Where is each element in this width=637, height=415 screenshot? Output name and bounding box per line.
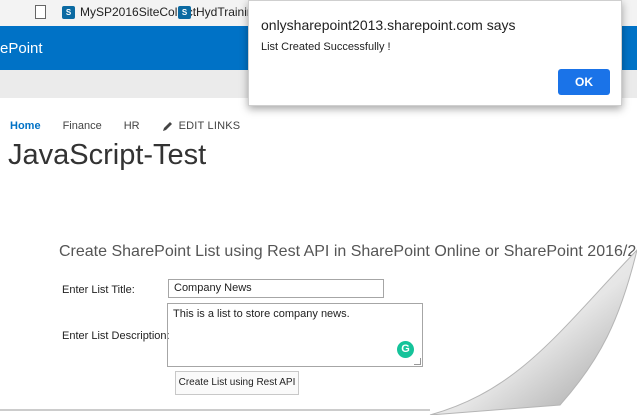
sharepoint-icon: S — [178, 5, 191, 19]
grammarly-icon[interactable]: G — [397, 341, 414, 358]
ok-button[interactable]: OK — [558, 69, 610, 95]
list-title-input[interactable]: Company News — [168, 279, 384, 298]
bookmark-page[interactable] — [35, 5, 46, 19]
edit-links-label: EDIT LINKS — [178, 120, 241, 132]
alert-dialog: onlysharepoint2013.sharepoint.com says L… — [248, 0, 622, 106]
bookmark-mysp2016[interactable]: S MySP2016SiteCollect — [62, 5, 196, 19]
dialog-message: List Created Successfully ! — [261, 41, 391, 53]
sharepoint-page: S MySP2016SiteCollect S HydTraining ePoi… — [0, 0, 637, 415]
suite-brand[interactable]: ePoint — [0, 40, 43, 57]
top-nav: Home Finance HR EDIT LINKS — [10, 120, 284, 132]
form-heading: Create SharePoint List using Rest API in… — [59, 243, 637, 260]
page-title: JavaScript-Test — [8, 139, 207, 171]
sharepoint-icon: S — [62, 5, 75, 19]
list-description-textarea[interactable]: This is a list to store company news. G — [167, 303, 423, 367]
document-icon — [35, 5, 46, 19]
create-list-button[interactable]: Create List using Rest API — [175, 371, 299, 395]
list-description-label: Enter List Description: — [62, 330, 170, 342]
edit-links-button[interactable]: EDIT LINKS — [162, 120, 263, 132]
nav-item-finance[interactable]: Finance — [63, 120, 102, 132]
nav-item-hr[interactable]: HR — [124, 120, 140, 132]
dialog-title: onlysharepoint2013.sharepoint.com says — [261, 17, 516, 33]
nav-item-home[interactable]: Home — [10, 120, 41, 132]
list-title-label: Enter List Title: — [62, 284, 135, 296]
list-description-text: This is a list to store company news. — [173, 308, 350, 320]
resize-handle[interactable] — [414, 358, 421, 365]
pencil-icon — [162, 121, 172, 131]
